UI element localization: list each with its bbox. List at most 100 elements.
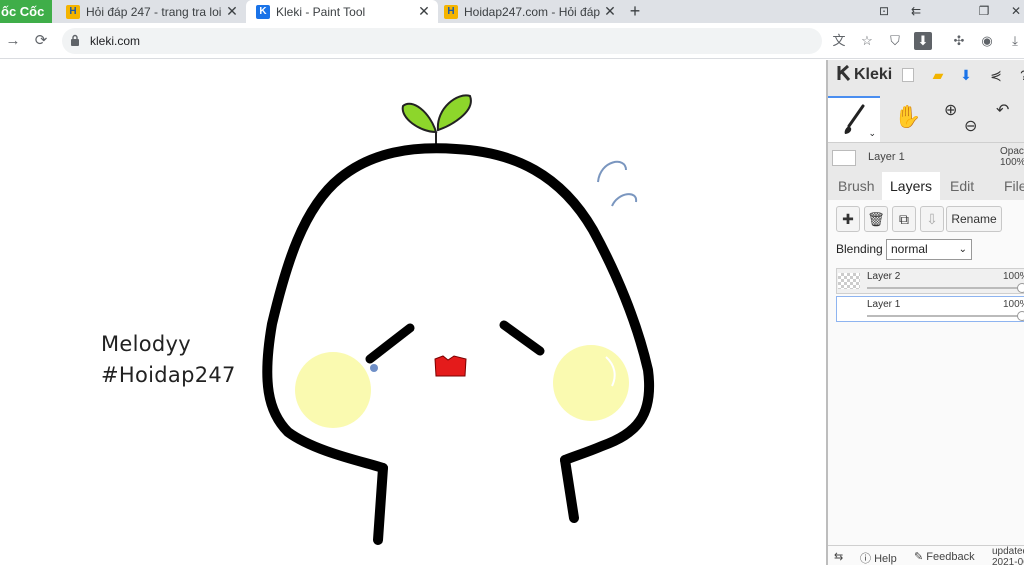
layer-name: Layer 1 <box>867 299 901 310</box>
tab-brush[interactable]: Brush <box>838 172 875 200</box>
updated-info: updated 2021-06 <box>992 546 1024 565</box>
layer-opacity: 100% <box>1003 299 1024 310</box>
layer-thumbnail <box>832 150 856 166</box>
blending-value: normal <box>891 242 928 256</box>
browser-brand-logo[interactable]: ốc Cốc <box>0 0 52 23</box>
new-tab-icon[interactable]: + <box>626 0 644 23</box>
signature-tag: #Hoidap247 <box>101 363 236 387</box>
lock-icon <box>71 34 79 46</box>
close-window-icon[interactable]: ✕ <box>1004 0 1024 23</box>
updated-date: 2021-06 <box>992 557 1024 565</box>
brush-icon <box>844 104 865 134</box>
help-link[interactable]: ⓘ Help <box>860 550 897 565</box>
bookmark-star-icon[interactable]: ☆ <box>858 32 876 50</box>
kleki-logo-icon <box>837 65 851 81</box>
opacity-readout: Opaci 100% <box>1000 146 1024 168</box>
zoom-tool-button[interactable]: ⊕ ⊖ <box>936 96 988 142</box>
tool-bar: ⌄ ✋ ⊕ ⊖ ↶ <box>828 96 1024 142</box>
kleki-logo[interactable]: Kleki <box>836 65 892 84</box>
profile-icon[interactable]: ◉ <box>978 32 996 50</box>
chevron-down-icon: ⌄ <box>958 244 967 255</box>
blending-select[interactable]: normal ⌄ <box>886 239 972 260</box>
minimize-icon[interactable]: ⇇ <box>904 0 928 23</box>
close-tab-icon[interactable]: ✕ <box>602 3 618 20</box>
shield-icon[interactable]: ⛉ <box>886 32 904 50</box>
zoom-in-icon[interactable]: ⊕ <box>944 100 957 120</box>
logo-text: Kleki <box>854 66 893 83</box>
drawing-canvas[interactable]: Melodyy #Hoidap247 <box>0 60 826 565</box>
current-layer-name: Layer 1 <box>868 151 905 163</box>
tab-hoidap-2[interactable]: H Hoidap247.com - Hỏi đáp on ✕ <box>434 0 624 23</box>
feedback-label: Feedback <box>926 551 975 563</box>
tab-hoidap-1[interactable]: H Hỏi đáp 247 - trang tra loi ✕ <box>56 0 246 23</box>
close-tab-icon[interactable]: ✕ <box>224 3 240 20</box>
layer-row-1[interactable]: Layer 1 100% <box>836 296 1024 322</box>
share-icon[interactable]: ⋞ <box>986 65 1006 85</box>
help-circle-icon[interactable]: ? <box>1014 65 1024 85</box>
navigation-bar: → ⟳ kleki.com 文 ☆ ⛉ ⬇ ✣ ◉ ⤓ <box>0 23 1024 59</box>
panel-footer: ⇆ ⓘ Help ✎ Feedback updated 2021-06 <box>828 545 1024 565</box>
open-folder-icon[interactable]: ▰ <box>928 65 948 85</box>
undo-icon[interactable]: ↶ <box>996 100 1009 120</box>
close-tab-icon[interactable]: ✕ <box>416 3 432 20</box>
undo-tool-button[interactable]: ↶ <box>990 96 1024 142</box>
layer-opacity-slider[interactable] <box>867 287 1023 289</box>
opacity-value: 100% <box>1000 157 1024 168</box>
tab-strip: ốc Cốc H Hỏi đáp 247 - trang tra loi ✕ K… <box>0 0 1024 23</box>
slider-handle[interactable] <box>1017 283 1024 293</box>
reload-icon[interactable]: ⟳ <box>31 31 51 51</box>
downloads-icon[interactable]: ⤓ <box>1006 32 1024 50</box>
save-download-icon[interactable]: ⬇ <box>956 65 976 85</box>
brush-tool-button[interactable]: ⌄ <box>828 96 880 142</box>
tab-title: Kleki - Paint Tool <box>276 4 366 19</box>
blending-label: Blending <box>836 242 883 256</box>
merge-layer-button[interactable]: ⇩ <box>920 206 944 232</box>
translate-icon[interactable]: 文 <box>830 32 848 50</box>
panel-toolbar: Kleki ▰ ⬇ ⋞ ? <box>828 60 1024 90</box>
tab-edit[interactable]: Edit <box>950 172 974 200</box>
new-image-icon[interactable] <box>898 65 918 85</box>
tab-title: Hỏi đáp 247 - trang tra loi <box>86 4 222 19</box>
tab-kleki[interactable]: K Kleki - Paint Tool ✕ <box>246 0 438 23</box>
signature-name: Melodyy <box>101 332 192 356</box>
feedback-link[interactable]: ✎ Feedback <box>914 550 975 563</box>
zoom-out-icon[interactable]: ⊖ <box>964 116 977 136</box>
hand-tool-button[interactable]: ✋ <box>882 96 934 142</box>
swap-icon[interactable]: ⇆ <box>834 550 843 563</box>
current-layer-bar: Layer 1 Opaci 100% <box>828 142 1024 172</box>
tab-title: Hoidap247.com - Hỏi đáp on <box>464 4 602 19</box>
kleki-side-panel: Kleki ▰ ⬇ ⋞ ? ⌄ ✋ ⊕ ⊖ ↶ Layer 1 <box>826 60 1024 565</box>
hoidap-favicon-icon: H <box>66 4 80 19</box>
layer-name: Layer 2 <box>867 271 901 282</box>
panel-tabs: Brush Layers Edit File <box>828 172 1024 200</box>
layer-row-2[interactable]: Layer 2 100% <box>836 268 1024 294</box>
tab-search-icon[interactable]: ⊡ <box>872 0 896 23</box>
download-box-icon[interactable]: ⬇ <box>914 32 932 50</box>
slider-handle[interactable] <box>1017 311 1024 321</box>
browser-window: { "browser": { "brand": "ốc Cốc", "tabs"… <box>0 0 1024 565</box>
restore-icon[interactable]: ❐ <box>972 0 996 23</box>
layer-thumbnail <box>838 273 860 289</box>
layer-thumbnail <box>838 301 860 317</box>
tab-file[interactable]: File <box>1004 172 1024 200</box>
extensions-icon[interactable]: ✣ <box>950 32 968 50</box>
url-text: kleki.com <box>90 34 141 48</box>
hoidap-favicon-icon: H <box>444 4 458 19</box>
layer-opacity: 100% <box>1003 271 1024 282</box>
tab-layers[interactable]: Layers <box>882 172 941 200</box>
chevron-down-icon[interactable]: ⌄ <box>868 128 876 139</box>
help-label: Help <box>874 553 897 565</box>
add-layer-button[interactable]: ✚ <box>836 206 860 232</box>
delete-layer-button[interactable]: 🗑 <box>864 206 888 232</box>
kleki-favicon-icon: K <box>256 4 270 19</box>
opacity-label: Opaci <box>1000 146 1024 157</box>
hand-icon: ✋ <box>894 104 922 129</box>
updated-label: updated <box>992 546 1024 557</box>
layer-opacity-slider[interactable] <box>867 315 1023 317</box>
drawing-illustration <box>262 94 655 545</box>
address-bar[interactable]: kleki.com <box>62 28 822 54</box>
duplicate-layer-button[interactable]: ⧉ <box>892 206 916 232</box>
rename-layer-button[interactable]: Rename <box>946 206 1002 232</box>
forward-icon[interactable]: → <box>3 31 23 51</box>
layers-panel: ✚ 🗑 ⧉ ⇩ Rename Blending normal ⌄ Layer 2… <box>828 200 1024 565</box>
